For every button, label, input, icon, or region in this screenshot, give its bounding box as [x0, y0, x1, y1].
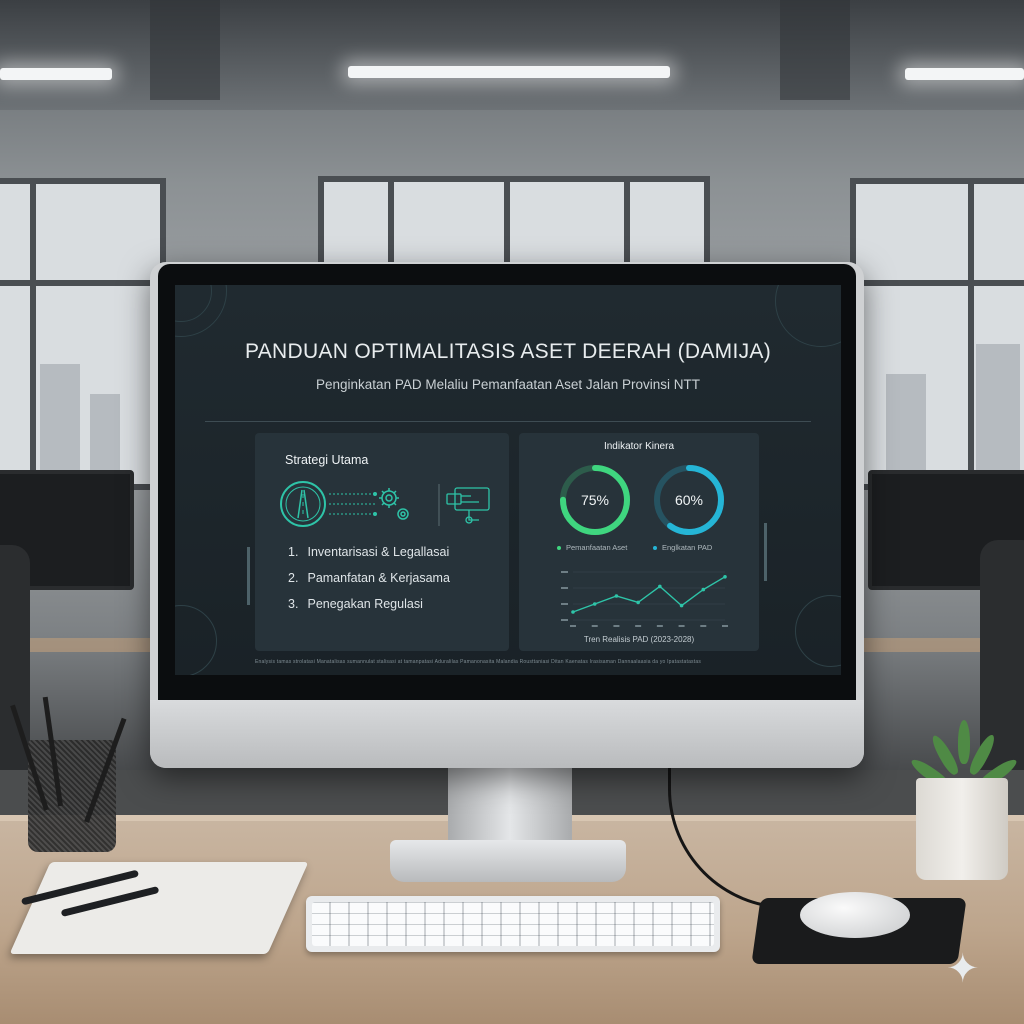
chart-caption: Tren Realisis PAD (2023-2028) [583, 635, 695, 644]
ceiling-light [0, 68, 112, 80]
gauge-utilization-label: Pemanfaatan Aset [557, 543, 627, 552]
chart-point [723, 575, 727, 579]
plant-leaf [958, 720, 970, 764]
strategy-heading: Strategi Utama [285, 453, 369, 467]
gauge-pad-value: 60% [675, 492, 703, 508]
plant-pot [916, 778, 1008, 880]
chart-point [658, 584, 662, 589]
chart-y-tick [561, 619, 568, 621]
contract-icon [446, 487, 490, 524]
slide-footnote: Enalysis tamas strolatasi Manatalisas su… [255, 659, 702, 665]
chart-x-tick [591, 625, 598, 627]
gauge-pad: 60% [654, 465, 724, 535]
chart-point [701, 587, 706, 592]
chart-x-tick [722, 625, 728, 627]
keyboard[interactable] [306, 896, 720, 952]
right-side-tab [764, 523, 767, 581]
chart-y-tick [561, 587, 568, 589]
decorative-ring [795, 595, 841, 667]
monitor-chin [150, 700, 864, 768]
office-window [850, 178, 1024, 490]
decorative-ring [775, 285, 841, 347]
ceiling-beam [780, 0, 850, 100]
chart-point [636, 600, 640, 605]
sparkle-icon: ✦ [946, 947, 980, 991]
monitor-stand-foot [390, 840, 626, 882]
chart-x-tick [635, 625, 642, 627]
left-side-tab [247, 547, 250, 605]
strategy-item: 1. Inventarisasi & Legallasai [288, 545, 450, 559]
keyboard-keys[interactable] [312, 902, 714, 946]
chart-x-tick [613, 625, 620, 627]
road-icon [280, 481, 326, 527]
chart-x-tick [656, 625, 663, 627]
strategy-item: 3. Penegakan Regulasi [288, 597, 423, 611]
gauge-pad-label: Englkatan PAD [653, 543, 712, 552]
chart-x-tick [678, 625, 685, 627]
gears-icon [379, 488, 409, 520]
indicator-heading: Indikator Kinera [603, 441, 675, 452]
gauge-utilization: 75% [560, 465, 630, 535]
office-window [0, 178, 166, 490]
slide-subtitle: Penginkatan PAD Melaliu Pemanfaatan Aset… [316, 377, 700, 392]
chart-series-line [572, 576, 726, 613]
pad-trend-chart [561, 571, 728, 627]
chart-point [614, 594, 619, 598]
decorative-ring [175, 605, 217, 675]
connector-lines [329, 493, 375, 515]
chart-point [571, 610, 575, 614]
notebook[interactable] [9, 862, 309, 954]
office-chair [0, 545, 30, 805]
slide-title: PANDUAN OPTIMALITASIS ASET DEERAH (DAMIJ… [244, 340, 772, 363]
strategy-panel: Strategi Utama 1. Inventarisasi & Legall… [255, 433, 509, 651]
chart-x-tick [570, 625, 576, 627]
strategy-list: 1. Inventarisasi & Legallasai 2. Pamanfa… [288, 545, 450, 623]
indicator-panel: Indikator Kinera 75% 60% Pemanfaatan Ase… [519, 433, 759, 651]
chart-x-tick [700, 625, 707, 627]
ceiling-light [905, 68, 1024, 80]
chart-y-tick [561, 603, 568, 605]
presentation-slide[interactable]: PANDUAN OPTIMALITASIS ASET DEERAH (DAMIJ… [175, 285, 841, 675]
chart-point [592, 602, 597, 606]
ceiling-light [348, 66, 670, 78]
chart-point [679, 603, 684, 608]
ceiling-beam [150, 0, 220, 100]
mouse[interactable] [800, 892, 910, 938]
gauge-utilization-value: 75% [581, 492, 609, 508]
strategy-icon-row [280, 481, 490, 527]
strategy-item: 2. Pamanfatan & Kerjasama [288, 571, 450, 585]
title-divider [205, 421, 811, 422]
chart-y-tick [561, 571, 568, 573]
